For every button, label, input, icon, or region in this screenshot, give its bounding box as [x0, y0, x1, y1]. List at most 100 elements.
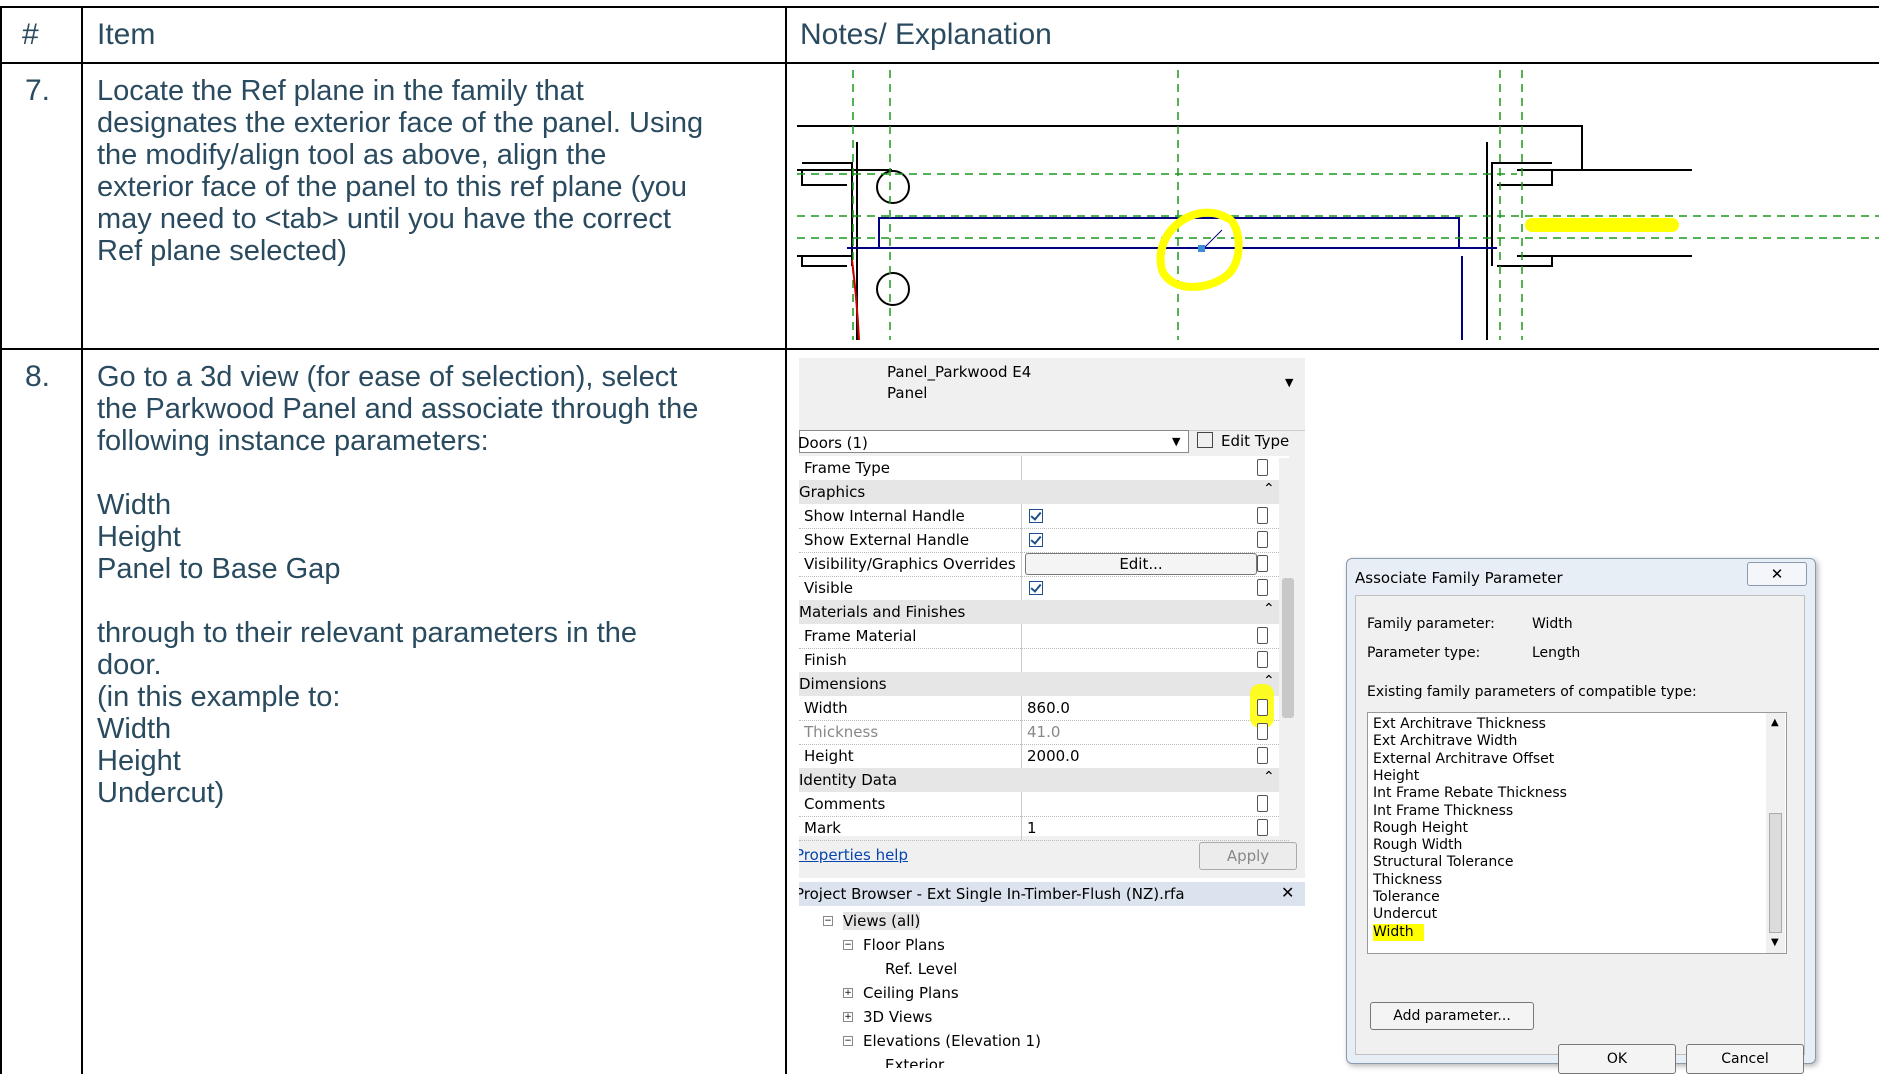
property-row[interactable]: Show Internal Handle — [799, 504, 1289, 529]
collapse-icon[interactable]: ⌃ — [1263, 601, 1275, 617]
property-row[interactable]: Frame Material — [799, 624, 1289, 649]
property-grid: Frame Type Graphics ⌃ Show Internal Handle S… — [799, 456, 1289, 841]
associate-parameter-button[interactable] — [1257, 507, 1268, 524]
associate-parameter-button[interactable] — [1257, 579, 1268, 596]
property-row[interactable]: Show External Handle — [799, 528, 1289, 553]
expand-toggle-icon[interactable]: + — [843, 988, 853, 998]
associate-parameter-button[interactable] — [1257, 651, 1268, 668]
parameter-list-item[interactable]: Tolerance — [1373, 889, 1440, 906]
parameter-list-item[interactable]: Int Frame Rebate Thickness — [1373, 785, 1567, 802]
associate-parameter-button[interactable] — [1257, 555, 1268, 572]
property-value[interactable]: 41.0 — [1027, 723, 1060, 741]
chevron-down-icon[interactable]: ▼ — [1285, 376, 1293, 389]
properties-palette: Panel_Parkwood E4 Panel ▼ Doors (1) ▼ Ed… — [799, 358, 1305, 878]
browser-node[interactable]: Views (all) — [843, 912, 921, 930]
associate-parameter-button[interactable] — [1257, 723, 1268, 740]
property-name: Show External Handle — [804, 531, 970, 549]
parameter-list-item[interactable]: Rough Width — [1373, 837, 1462, 854]
scroll-up-icon[interactable]: ▲ — [1771, 717, 1779, 728]
parameter-list-item[interactable]: Structural Tolerance — [1373, 854, 1514, 871]
browser-node[interactable]: 3D Views — [863, 1008, 932, 1026]
property-name: Comments — [804, 795, 886, 813]
property-value[interactable]: 1 — [1027, 819, 1037, 837]
property-row[interactable]: Frame Type — [799, 456, 1289, 481]
property-row[interactable]: Finish — [799, 648, 1289, 673]
expand-toggle-icon[interactable]: − — [823, 916, 833, 926]
parameter-list-item[interactable]: Int Frame Thickness — [1373, 803, 1513, 820]
edit-overrides-button[interactable]: Edit... — [1025, 553, 1257, 575]
list-scrollbar[interactable]: ▲ ▼ — [1766, 713, 1785, 953]
collapse-icon[interactable]: ⌃ — [1263, 769, 1275, 785]
group-label: Materials and Finishes — [799, 603, 966, 621]
property-row[interactable]: Visible — [799, 576, 1289, 601]
property-row[interactable]: Width 860.0 — [799, 684, 1289, 728]
property-name: Mark — [804, 819, 841, 837]
parameter-list-item[interactable]: Rough Height — [1373, 820, 1468, 837]
properties-help-link[interactable]: Properties help — [799, 846, 908, 864]
cancel-button[interactable]: Cancel — [1686, 1044, 1804, 1074]
parameter-list-item[interactable]: Height — [1373, 768, 1419, 785]
property-name: Finish — [804, 651, 847, 669]
property-name: Show Internal Handle — [804, 507, 965, 525]
property-value[interactable]: 2000.0 — [1027, 747, 1080, 765]
parameter-list-item[interactable]: External Architrave Offset — [1373, 751, 1554, 768]
browser-node[interactable]: Exterior — [885, 1056, 944, 1068]
parameter-list[interactable]: ▲ ▼ Ext Architrave Thickness Ext Architra… — [1367, 712, 1787, 954]
browser-node[interactable]: Ref. Level — [885, 960, 957, 978]
associate-parameter-button[interactable] — [1257, 747, 1268, 764]
associate-parameter-button[interactable] — [1257, 795, 1268, 812]
property-group[interactable]: Identity Data ⌃ — [799, 768, 1289, 792]
property-row[interactable]: Mark 1 — [799, 816, 1289, 841]
row-8-item-text: Go to a 3d view (for ease of selection),… — [97, 361, 699, 809]
associate-parameter-button[interactable] — [1257, 531, 1268, 548]
apply-button[interactable]: Apply — [1199, 842, 1297, 870]
expand-toggle-icon[interactable]: + — [843, 1012, 853, 1022]
property-group[interactable]: Dimensions ⌃ — [799, 672, 1289, 696]
property-row[interactable]: Comments — [799, 792, 1289, 817]
expand-toggle-icon[interactable]: − — [843, 940, 853, 950]
row-8-number: 8. — [25, 360, 51, 393]
family-param-label: Family parameter: — [1367, 616, 1495, 632]
browser-node[interactable]: Ceiling Plans — [863, 984, 959, 1002]
property-value[interactable]: 860.0 — [1027, 699, 1070, 717]
browser-node[interactable]: Floor Plans — [863, 936, 945, 954]
parameter-list-item[interactable]: Width — [1373, 923, 1424, 941]
property-row[interactable]: Visibility/Graphics Overrides Edit... — [799, 552, 1289, 577]
property-name: Width — [804, 699, 848, 717]
close-icon[interactable]: ✕ — [1281, 883, 1294, 902]
associate-parameter-button[interactable] — [1257, 699, 1268, 716]
ok-button[interactable]: OK — [1558, 1044, 1676, 1074]
parameter-list-item[interactable]: Ext Architrave Thickness — [1373, 716, 1546, 733]
parameter-list-item[interactable]: Undercut — [1373, 906, 1437, 923]
dialog-body: Family parameter: Width Parameter type: … — [1355, 595, 1805, 1074]
associate-parameter-button[interactable] — [1257, 459, 1268, 476]
scroll-down-icon[interactable]: ▼ — [1771, 937, 1779, 948]
property-row[interactable]: Thickness 41.0 — [799, 720, 1289, 745]
associate-parameter-button[interactable] — [1257, 627, 1268, 644]
instance-selector[interactable]: Doors (1) ▼ — [799, 430, 1189, 453]
property-row[interactable]: Height 2000.0 — [799, 744, 1289, 769]
parameter-list-item[interactable]: Ext Architrave Width — [1373, 733, 1517, 750]
header-item: Item — [97, 18, 156, 51]
property-group[interactable]: Graphics ⌃ — [799, 480, 1289, 504]
associate-family-parameter-dialog: Associate Family Parameter ✕ Family para… — [1346, 558, 1816, 1074]
type-sub: Panel — [887, 384, 928, 402]
close-icon: ✕ — [1770, 565, 1784, 583]
expand-toggle-icon[interactable]: − — [843, 1036, 853, 1046]
associate-parameter-button[interactable] — [1257, 819, 1268, 836]
checkbox[interactable] — [1029, 581, 1043, 595]
browser-node[interactable]: Elevations (Elevation 1) — [863, 1032, 1041, 1050]
checkbox[interactable] — [1029, 533, 1043, 547]
property-name: Visible — [804, 579, 853, 597]
type-selector-preview[interactable]: Panel_Parkwood E4 Panel ▼ — [799, 358, 1305, 431]
project-browser: Project Browser - Ext Single In-Timber-F… — [799, 882, 1305, 1068]
parameter-list-item[interactable]: Thickness — [1373, 872, 1442, 889]
add-parameter-button[interactable]: Add parameter... — [1370, 1002, 1534, 1030]
checkbox[interactable] — [1029, 509, 1043, 523]
scrollbar[interactable] — [1279, 458, 1297, 836]
group-label: Dimensions — [799, 675, 887, 693]
property-group[interactable]: Materials and Finishes ⌃ — [799, 600, 1289, 624]
edit-type-button[interactable]: Edit Type — [1195, 430, 1303, 453]
dialog-close-button[interactable]: ✕ — [1747, 562, 1807, 586]
collapse-icon[interactable]: ⌃ — [1263, 481, 1275, 497]
